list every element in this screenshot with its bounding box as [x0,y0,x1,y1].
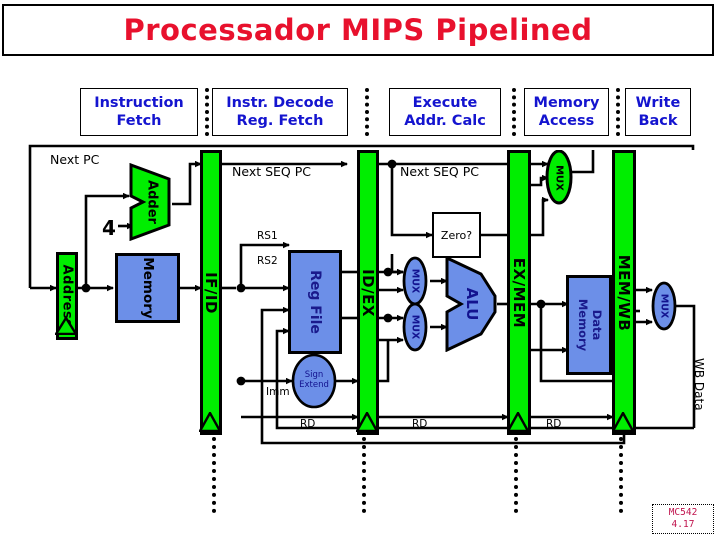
id-ex-label: ID/EX [359,268,377,317]
if-id-clock-triangle [199,412,223,432]
data-memory-line1: Data [589,309,604,341]
label-next-seq-pc-1: Next SEQ PC [232,164,312,179]
label-next-seq-pc-2: Next SEQ PC [400,164,480,179]
alu-operand-a-mux: MUX [401,256,429,306]
data-memory-block: Data Memory [566,275,612,375]
mem-wb-label: MEM/WB [615,254,633,331]
pipeline-register-mem-wb: MEM/WB [612,150,636,435]
if-id-label: IF/ID [202,271,220,314]
pipeline-register-ex-mem: EX/MEM [507,150,531,435]
write-back-mux: MUX [650,281,678,331]
program-counter-address-register: Address [55,252,79,340]
id-ex-clock-triangle [356,412,380,432]
label-rs1: RS1 [257,230,278,242]
label-imm: Imm [266,386,290,398]
pipeline-register-id-ex: ID/EX [356,150,380,435]
ex-mem-label: EX/MEM [510,257,528,328]
alu-operand-b-mux: MUX [401,302,429,352]
label-next-pc: Next PC [50,152,100,167]
footer-course: MC542 [668,507,698,519]
pc-source-mux: MUX [544,149,574,205]
sign-extend-unit: Sign Extend [291,353,337,409]
pc-clock-triangle [55,317,79,337]
mem-wb-clock-triangle [612,412,636,432]
ex-mem-clock-triangle [507,412,531,432]
zero-test-box: Zero? [432,212,481,258]
reg-file-label: Reg File [307,270,323,334]
pipeline-register-if-id: IF/ID [199,150,223,435]
label-rd-3: RD [546,418,562,430]
data-memory-line2: Memory [576,298,590,352]
register-file-block: Reg File [288,250,342,354]
instruction-memory-label: Memory [139,257,156,319]
zero-test-label: Zero? [440,228,473,242]
label-rd-1: RD [300,418,316,430]
label-rs2: RS2 [257,255,278,267]
footer-slide: 4.17 [671,519,695,530]
label-wb-data: WB Data [692,358,706,411]
label-rd-2: RD [412,418,428,430]
label-constant-four: 4 [102,216,116,240]
instruction-memory-block: Memory [115,253,180,323]
slide-footer: MC542 4.17 [652,504,714,534]
slide-root: Processador MIPS Pipelined Instruction F… [0,0,720,540]
alu-unit: ALU [445,255,499,353]
pc-adder: Adder [129,162,175,242]
